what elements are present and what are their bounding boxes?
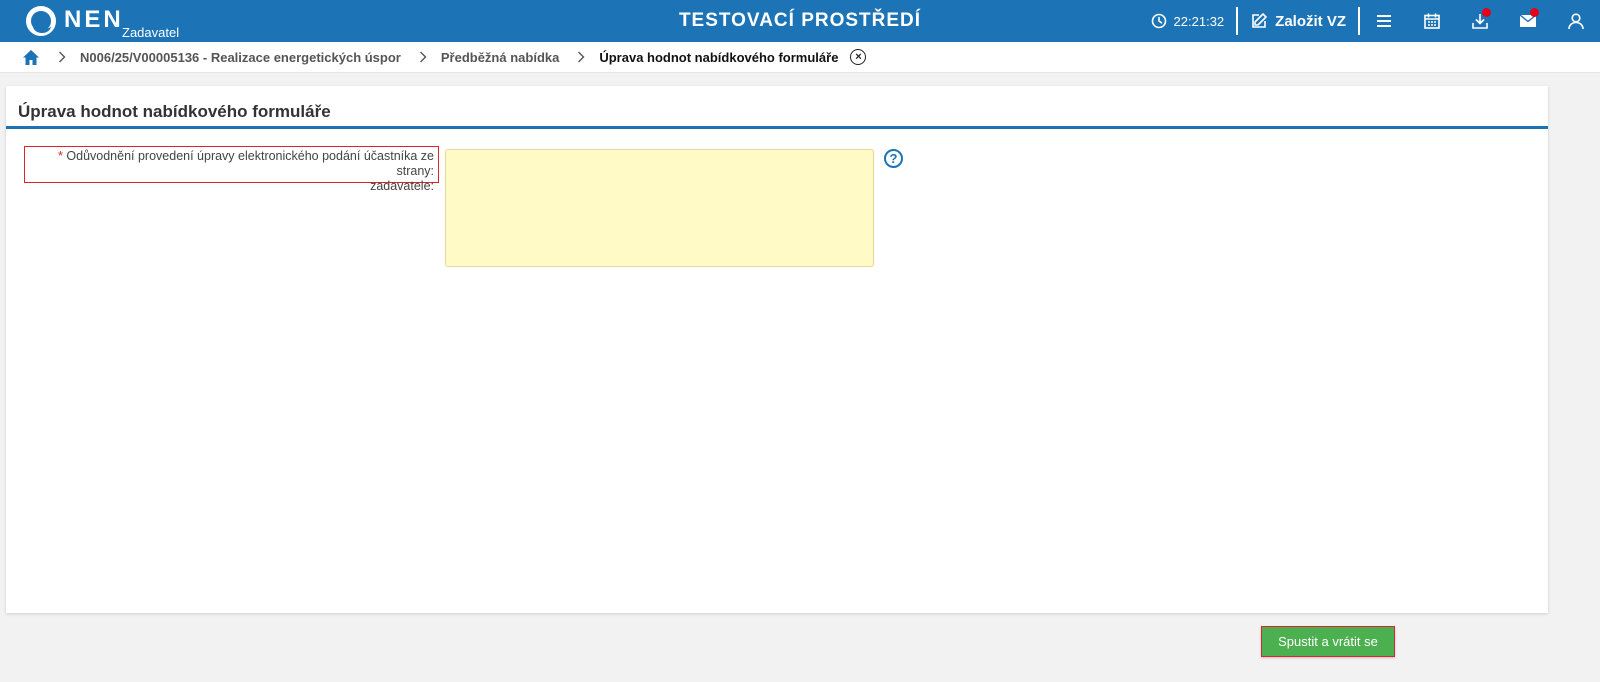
justification-field-label: * Odůvodnění provedení úpravy elektronic…	[24, 146, 439, 193]
form-panel: Úprava hodnot nabídkového formuláře * Od…	[6, 86, 1548, 613]
downloads-button[interactable]	[1456, 0, 1504, 42]
nen-logo-icon	[26, 6, 56, 36]
menu-icon	[1377, 15, 1391, 27]
chevron-right-icon	[58, 51, 66, 63]
create-contract-button[interactable]: Založit VZ	[1238, 12, 1358, 30]
chevron-right-icon	[419, 51, 427, 63]
run-and-return-button[interactable]: Spustit a vrátit se	[1261, 626, 1395, 657]
breadcrumb-item-contract[interactable]: N006/25/V00005136 - Realizace energetick…	[80, 50, 401, 65]
home-button[interactable]	[22, 49, 40, 66]
nen-logo[interactable]: NEN	[26, 6, 124, 36]
clock-icon	[1151, 13, 1166, 29]
logo-subtitle: Zadavatel	[122, 25, 180, 40]
help-icon[interactable]: ?	[884, 149, 903, 168]
close-icon[interactable]: ×	[850, 49, 867, 65]
logo-text: NEN	[64, 6, 124, 33]
calendar-icon	[1424, 13, 1440, 29]
breadcrumb-item-preliminary-offer[interactable]: Předběžná nabídka	[441, 50, 559, 65]
breadcrumb-item-current: Úprava hodnot nabídkového formuláře	[599, 49, 839, 65]
messages-button[interactable]	[1504, 0, 1552, 42]
chevron-right-icon	[577, 51, 585, 63]
calendar-button[interactable]	[1408, 0, 1456, 42]
session-clock: 22:21:32	[1151, 13, 1225, 29]
clock-time: 22:21:32	[1173, 13, 1225, 29]
header-toolbar: 22:21:32 Založit VZ	[1151, 0, 1600, 42]
label-line-1: Odůvodnění provedení úpravy elektronické…	[66, 149, 434, 178]
title-divider	[6, 126, 1548, 129]
label-line-2: zadavatele:	[370, 179, 434, 193]
user-icon	[1568, 13, 1584, 30]
required-marker: *	[58, 149, 63, 163]
top-header: NEN Zadavatel TESTOVACÍ PROSTŘEDÍ 22:21:…	[0, 0, 1600, 42]
breadcrumb: N006/25/V00005136 - Realizace energetick…	[0, 42, 1600, 73]
home-icon	[23, 49, 39, 65]
create-contract-label: Založit VZ	[1275, 12, 1346, 30]
menu-button[interactable]	[1360, 0, 1408, 42]
user-button[interactable]	[1552, 0, 1600, 42]
notification-badge	[1530, 8, 1539, 17]
notification-badge	[1482, 8, 1491, 17]
page-title: Úprava hodnot nabídkového formuláře	[18, 102, 331, 121]
justification-textarea[interactable]	[445, 149, 874, 267]
edit-icon	[1252, 13, 1267, 28]
